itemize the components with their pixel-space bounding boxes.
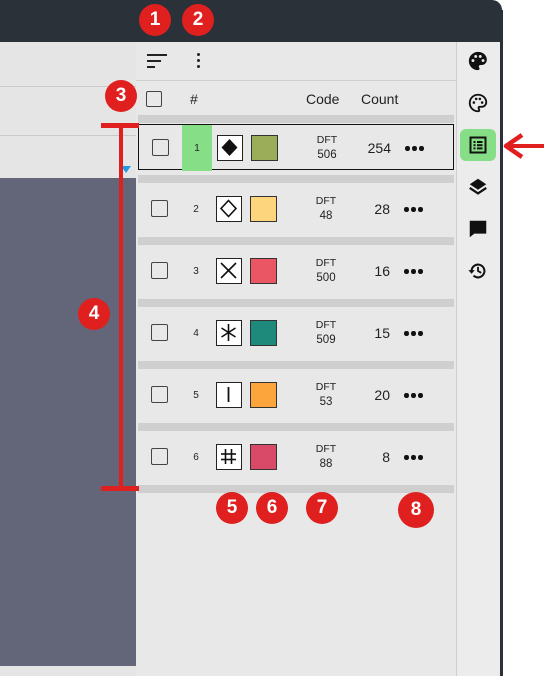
defect-code: DFT 53 (308, 380, 344, 410)
defect-row[interactable]: 6 DFT 88 8 (138, 434, 454, 480)
annotation-bracket-bottom (101, 486, 139, 491)
defect-count: 20 (374, 387, 390, 403)
filled-diamond-icon (217, 135, 243, 161)
color-swatch[interactable] (250, 320, 277, 346)
code-prefix: DFT (316, 134, 338, 146)
defect-count: 8 (382, 449, 390, 465)
code-prefix: DFT (315, 319, 337, 331)
annotation-badge-6: 6 (256, 492, 288, 524)
code-number: 53 (319, 396, 333, 408)
defect-code: DFT 88 (308, 442, 344, 472)
color-swatch[interactable] (250, 258, 277, 284)
x-cross-icon (216, 258, 242, 284)
row-separator (138, 423, 454, 431)
palette-filled-icon[interactable] (466, 49, 490, 73)
color-swatch[interactable] (250, 196, 277, 222)
palette-outline-icon[interactable] (466, 91, 490, 115)
annotation-bracket (119, 125, 123, 490)
row-separator (138, 115, 454, 123)
defect-row[interactable]: 1 DFT 506 254 (138, 124, 454, 171)
more-options-icon[interactable] (404, 269, 423, 274)
defect-code: DFT 509 (308, 318, 344, 348)
open-diamond-icon (216, 196, 242, 222)
history-icon[interactable] (466, 259, 490, 283)
annotation-badge-4: 4 (78, 298, 110, 330)
defect-count: 28 (374, 201, 390, 217)
kebab-menu-icon[interactable] (192, 52, 204, 70)
defect-code: DFT 48 (308, 194, 344, 224)
row-separator (138, 175, 454, 183)
row-index: 3 (193, 265, 199, 277)
row-index: 2 (193, 203, 199, 215)
red-arrow-icon (502, 132, 546, 165)
code-number: 88 (319, 458, 333, 470)
defect-code: DFT 500 (308, 256, 344, 286)
column-header-count[interactable]: Count (361, 91, 398, 107)
vertical-bar-icon (216, 382, 242, 408)
row-separator (138, 237, 454, 245)
more-options-icon[interactable] (404, 207, 423, 212)
annotation-badge-8: 8 (398, 492, 434, 528)
more-options-icon[interactable] (405, 146, 424, 151)
row-index: 6 (193, 451, 199, 463)
more-options-icon[interactable] (404, 393, 423, 398)
color-swatch[interactable] (250, 382, 277, 408)
sort-icon[interactable] (147, 52, 169, 70)
column-header-index: # (190, 91, 198, 107)
comment-icon[interactable] (466, 217, 490, 241)
annotation-badge-1: 1 (139, 4, 171, 36)
row-index: 1 (182, 125, 212, 171)
code-prefix: DFT (315, 381, 337, 393)
code-prefix: DFT (315, 195, 337, 207)
row-index: 4 (193, 327, 199, 339)
color-swatch[interactable] (251, 135, 278, 161)
annotation-badge-3: 3 (105, 80, 137, 112)
defect-row[interactable]: 3 DFT 500 16 (138, 248, 454, 294)
defect-count: 16 (374, 263, 390, 279)
divider (0, 135, 136, 136)
image-canvas[interactable] (0, 178, 136, 666)
asterisk-icon (216, 320, 242, 346)
annotation-badge-7: 7 (306, 492, 338, 524)
defect-row[interactable]: 2 DFT 48 28 (138, 186, 454, 232)
code-number: 48 (319, 210, 333, 222)
divider (136, 80, 456, 81)
defect-code: DFT 506 (309, 133, 345, 163)
color-swatch[interactable] (250, 444, 277, 470)
annotation-badge-5: 5 (216, 492, 248, 524)
annotation-badge-2: 2 (182, 4, 214, 36)
defect-count: 254 (367, 140, 391, 156)
list-icon[interactable] (460, 129, 496, 161)
row-checkbox[interactable] (151, 200, 168, 217)
hash-icon (216, 444, 242, 470)
column-header-code[interactable]: Code (306, 91, 339, 107)
row-checkbox[interactable] (152, 139, 169, 156)
row-separator (138, 485, 454, 493)
defect-count: 15 (374, 325, 390, 341)
row-checkbox[interactable] (151, 262, 168, 279)
annotation-bracket-top (101, 123, 139, 128)
select-all-checkbox[interactable] (146, 91, 162, 107)
row-checkbox[interactable] (151, 448, 168, 465)
code-prefix: DFT (315, 257, 337, 269)
more-options-icon[interactable] (404, 455, 423, 460)
defect-row[interactable]: 5 DFT 53 20 (138, 372, 454, 418)
row-separator (138, 361, 454, 369)
code-number: 500 (316, 272, 336, 284)
code-number: 506 (317, 149, 337, 161)
row-checkbox[interactable] (151, 324, 168, 341)
more-options-icon[interactable] (404, 331, 423, 336)
row-separator (138, 299, 454, 307)
window-titlebar (0, 0, 502, 42)
row-checkbox[interactable] (151, 386, 168, 403)
code-number: 509 (316, 334, 336, 346)
layers-icon[interactable] (466, 175, 490, 199)
code-prefix: DFT (315, 443, 337, 455)
defect-row[interactable]: 4 DFT 509 15 (138, 310, 454, 356)
row-index: 5 (193, 389, 199, 401)
